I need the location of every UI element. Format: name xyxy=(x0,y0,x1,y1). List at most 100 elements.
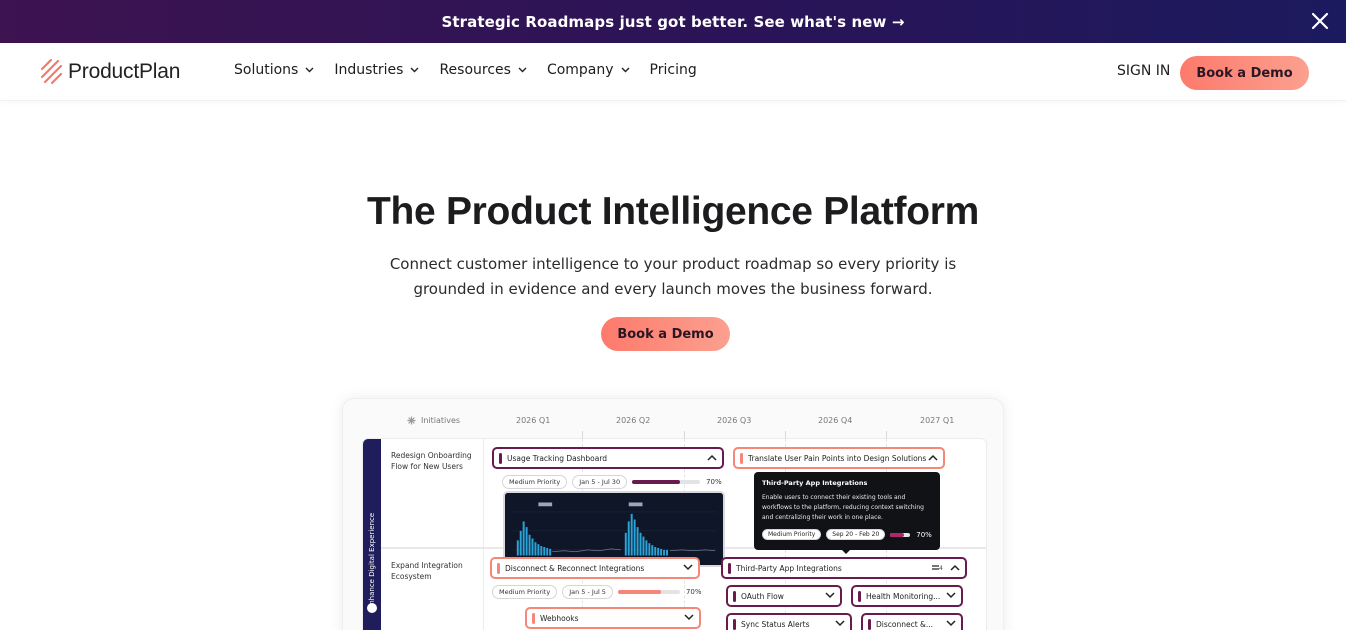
usage-tracking-meta: Medium Priority Jan 5 - Jul 30 70% xyxy=(502,474,722,490)
progress-text: 70% xyxy=(685,588,702,596)
chevron-up-icon[interactable] xyxy=(950,564,960,571)
bar-label: Translate User Pain Points into Design S… xyxy=(748,453,927,463)
dates-pill: Jan 5 - Jul 30 xyxy=(572,475,628,489)
menu-pricing-label: Pricing xyxy=(649,62,697,78)
chevron-down-icon[interactable] xyxy=(946,620,956,627)
chevron-down-icon[interactable] xyxy=(835,620,845,627)
initiatives-label: Initiatives xyxy=(421,416,461,425)
progress-fill xyxy=(890,532,905,537)
announcement-bar: Strategic Roadmaps just got better. See … xyxy=(0,0,1346,43)
column-divider xyxy=(483,439,484,630)
bar-label: Disconnect &... xyxy=(876,619,934,629)
tooltip-body: Enable users to connect their existing t… xyxy=(762,494,924,521)
bar-label: Health Monitoring... xyxy=(866,591,941,601)
productplan-logo-icon xyxy=(40,58,63,85)
disconnect-meta: Medium Priority Jan 5 - Jul 5 70% xyxy=(492,584,702,600)
progress-text: 70% xyxy=(706,478,722,486)
brand-logo[interactable]: ProductPlan xyxy=(40,58,180,86)
quarter-label: 2026 Q1 xyxy=(516,416,551,425)
lane-icon xyxy=(367,603,377,613)
bar-label: Third-Party App Integrations xyxy=(736,563,842,573)
bar-pip xyxy=(868,618,871,630)
menu-resources[interactable]: Resources xyxy=(439,62,527,78)
bar-disconnect-short[interactable]: Disconnect &... xyxy=(861,613,963,630)
row-title-integrations: Expand Integration Ecosystem xyxy=(391,560,463,582)
progress-bar xyxy=(632,480,701,484)
bar-label: Disconnect & Reconnect Integrations xyxy=(505,563,645,573)
menu-industries[interactable]: Industries xyxy=(334,62,419,78)
menu-company[interactable]: Company xyxy=(547,62,630,78)
quarter-label: 2026 Q2 xyxy=(616,416,651,425)
row-title-line: Redesign Onboarding xyxy=(391,451,472,460)
hero-book-demo-button[interactable]: Book a Demo xyxy=(601,317,730,351)
bar-pip xyxy=(858,590,861,602)
announcement-link[interactable]: Strategic Roadmaps just got better. See … xyxy=(441,13,904,31)
roadmap-preview: Initiatives 2026 Q1 2026 Q2 2026 Q3 2026… xyxy=(342,398,1004,630)
chevron-down-icon[interactable] xyxy=(684,614,694,621)
dates-pill: Jan 5 - Jul 5 xyxy=(562,585,613,599)
progress-bar xyxy=(617,590,680,594)
bar-health-monitoring[interactable]: Health Monitoring... xyxy=(851,585,963,607)
bar-usage-tracking[interactable]: Usage Tracking Dashboard xyxy=(492,447,724,469)
bar-disconnect-reconnect[interactable]: Disconnect & Reconnect Integrations xyxy=(490,557,700,579)
main-menu: Solutions Industries Resources Company P… xyxy=(234,62,717,78)
menu-pricing[interactable]: Pricing xyxy=(650,62,697,78)
sub-item-count-text: 4 xyxy=(938,564,943,572)
chevron-down-icon xyxy=(621,67,630,73)
bar-oauth-flow[interactable]: OAuth Flow xyxy=(726,585,842,607)
progress-text: 70% xyxy=(916,530,932,539)
brand-name: ProductPlan xyxy=(68,60,181,83)
priority-pill: Medium Priority xyxy=(762,529,822,540)
bar-pip xyxy=(740,452,743,464)
chevron-up-icon[interactable] xyxy=(707,454,717,461)
top-nav: ProductPlan Solutions Industries Resourc… xyxy=(0,43,1346,101)
chevron-down-icon[interactable] xyxy=(825,592,835,599)
bar-translate-pain-points[interactable]: Translate User Pain Points into Design S… xyxy=(733,447,945,469)
menu-solutions-label: Solutions xyxy=(234,62,299,78)
nav-book-demo-button[interactable]: Book a Demo xyxy=(1180,56,1309,90)
sign-in-link[interactable]: SIGN IN xyxy=(1117,63,1170,79)
tooltip-meta: Medium Priority Sep 20 - Feb 20 70% xyxy=(762,529,932,540)
tooltip-arrow xyxy=(841,549,851,554)
quarter-label: 2027 Q1 xyxy=(920,416,955,425)
bar-pip xyxy=(728,562,731,574)
chevron-down-icon[interactable] xyxy=(683,564,693,571)
bar-pip xyxy=(733,590,736,602)
menu-resources-label: Resources xyxy=(439,62,511,78)
chevron-down-icon xyxy=(518,67,527,73)
hero-subtitle-line-2: grounded in evidence and every launch mo… xyxy=(413,280,933,298)
hero-title: The Product Intelligence Platform xyxy=(366,190,980,233)
initiatives-icon xyxy=(407,416,416,425)
initiatives-header: Initiatives xyxy=(407,416,460,425)
bar-third-party-integrations[interactable]: Third-Party App Integrations 4 xyxy=(721,557,967,579)
priority-pill: Medium Priority xyxy=(502,475,568,489)
quarter-label: 2026 Q4 xyxy=(818,416,853,425)
row-title-line: Flow for New Users xyxy=(391,462,463,471)
bar-pip xyxy=(499,452,502,464)
hero-subtitle: Connect customer intelligence to your pr… xyxy=(373,252,973,302)
menu-industries-label: Industries xyxy=(334,62,404,78)
chevron-up-icon[interactable] xyxy=(928,454,938,461)
third-party-tooltip: Third-Party App Integrations Enable user… xyxy=(754,472,940,554)
bar-label: Webhooks xyxy=(540,613,579,623)
menu-solutions[interactable]: Solutions xyxy=(234,62,314,78)
hero-subtitle-line-1: Connect customer intelligence to your pr… xyxy=(389,255,957,273)
progress-bar xyxy=(890,532,911,537)
dates-pill: Sep 20 - Feb 20 xyxy=(826,529,886,540)
chevron-down-icon xyxy=(305,67,314,73)
progress-fill xyxy=(617,590,662,594)
bar-label: OAuth Flow xyxy=(741,591,784,601)
bar-webhooks[interactable]: Webhooks xyxy=(525,607,701,629)
chevron-down-icon xyxy=(410,67,419,73)
bar-pip xyxy=(497,562,500,574)
bar-label: Sync Status Alerts xyxy=(741,619,810,629)
bar-sync-status-alerts[interactable]: Sync Status Alerts xyxy=(726,613,852,630)
stack-icon xyxy=(931,565,939,570)
bar-pip xyxy=(733,618,736,630)
row-title-line: Expand Integration xyxy=(391,561,463,570)
close-icon[interactable] xyxy=(1308,9,1332,33)
roadmap-board: Enhance Digital Experience Redesign Onbo… xyxy=(362,438,987,630)
chevron-down-icon[interactable] xyxy=(946,592,956,599)
analytics-chart-thumbnail xyxy=(503,491,725,567)
sub-item-count: 4 xyxy=(931,564,943,572)
